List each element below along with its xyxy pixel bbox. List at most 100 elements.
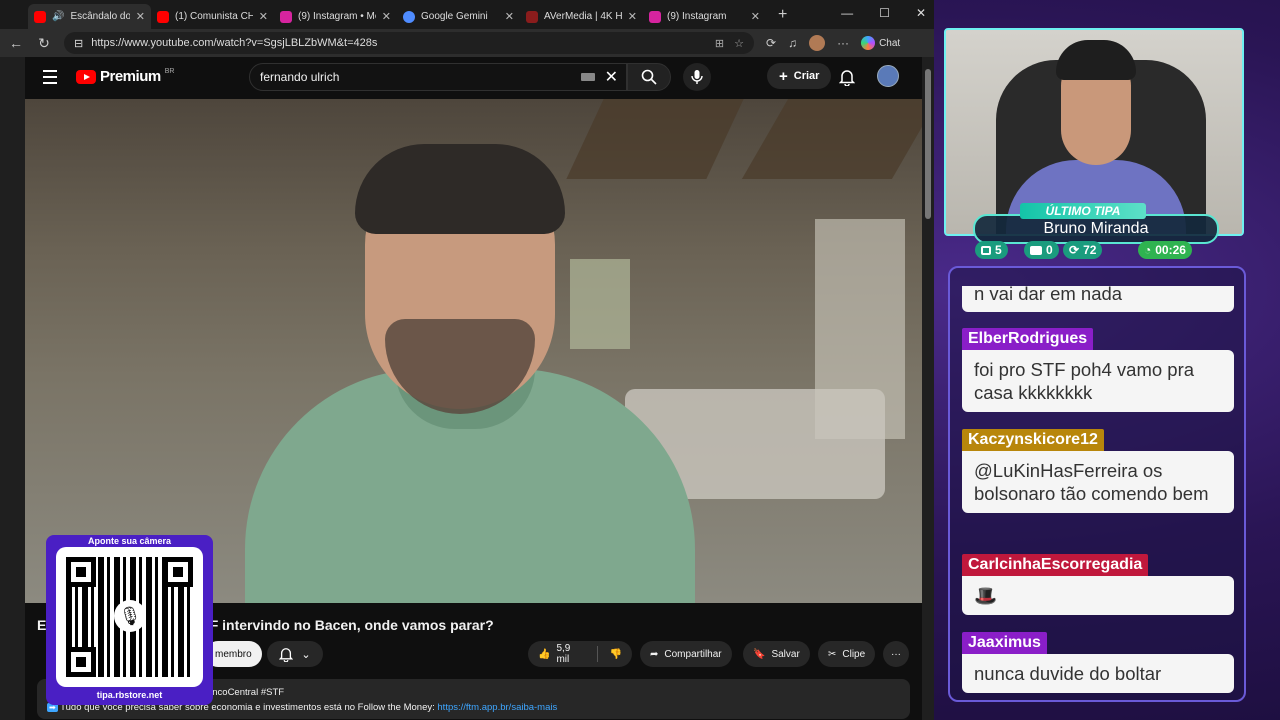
chat-message-text: nunca duvide do boltar [962, 654, 1234, 693]
page-scrollbar[interactable] [922, 57, 934, 720]
qr-code: 🎙 [56, 547, 203, 687]
copilot-chat-button[interactable]: Chat [861, 36, 900, 50]
bookmark-icon: 🔖 [753, 648, 766, 660]
stat-youtube-value: 0 [1046, 243, 1053, 257]
minimize-icon[interactable]: — [841, 6, 853, 20]
url-field[interactable]: ⊟ https://www.youtube.com/watch?v=SgsjLB… [64, 32, 754, 54]
voice-search-button[interactable] [683, 63, 711, 91]
like-count: 5,9 mil [556, 643, 571, 665]
create-label: Criar [793, 70, 820, 82]
close-tab-icon[interactable]: ✕ [382, 10, 391, 23]
chat-username: CarlcinhaEscorregadia [962, 554, 1149, 576]
share-button[interactable]: ➦ Compartilhar [640, 641, 732, 667]
whatsapp-icon: ◔ [1144, 243, 1152, 257]
scrollbar-thumb[interactable] [925, 69, 931, 219]
member-button[interactable]: membro [205, 641, 262, 667]
close-tab-icon[interactable]: ✕ [505, 10, 514, 23]
youtube-play-icon [76, 69, 96, 84]
create-button[interactable]: + Criar [767, 63, 832, 89]
account-avatar[interactable] [877, 65, 899, 87]
search-button[interactable] [627, 63, 671, 91]
video-player[interactable] [25, 99, 922, 603]
copilot-icon [861, 36, 876, 50]
chat-message: ElberRodrigues foi pro STF poh4 vamo pra… [962, 328, 1234, 412]
youtube-favicon-icon [34, 10, 46, 23]
browser-tools: ⟳ ♫ ··· Chat [766, 35, 900, 51]
chat-message: CarlcinhaEscorregadia 🎩 [962, 554, 1234, 615]
more-actions-button[interactable]: ··· [883, 641, 909, 667]
back-icon[interactable]: ← [8, 35, 24, 51]
tab-title: (9) Instagram [667, 11, 727, 22]
qr-bottom-text: tipa.rbstore.net [96, 690, 163, 700]
chat-message: Kaczynskicore12 @LuKinHasFerreira os bol… [962, 429, 1234, 513]
tab-title: (1) Comunista CHORA [175, 11, 253, 22]
search-input[interactable]: fernando ulrich ✕ [249, 63, 627, 91]
new-tab-button[interactable]: + [778, 6, 787, 24]
chat-label: Chat [879, 37, 901, 49]
keyboard-icon[interactable] [580, 73, 595, 81]
chat-message-text: @LuKinHasFerreira os bolsonaro tão comen… [962, 451, 1234, 513]
address-bar: ← ↻ ⊟ https://www.youtube.com/watch?v=Sg… [0, 29, 934, 57]
close-tab-icon[interactable]: ✕ [136, 10, 145, 23]
chat-username: ElberRodrigues [962, 328, 1094, 350]
tab-youtube-active[interactable]: 🔊 Escândalo do Ma ✕ [28, 4, 151, 29]
qr-code-card: Aponte sua câmera 🎙 tipa.rbstore.net [46, 535, 213, 705]
subscription-bell-button[interactable]: ⌄ [267, 641, 323, 667]
site-info-icon[interactable]: ⊟ [74, 37, 83, 50]
chat-message-text: foi pro STF poh4 vamo pra casa kkkkkkkk [962, 350, 1234, 412]
refresh-icon[interactable]: ↻ [36, 35, 52, 52]
chat-message-text: 🎩 [962, 576, 1234, 615]
bell-icon [838, 70, 856, 87]
app-install-icon[interactable]: ⊞ [715, 37, 724, 50]
stat-chat: 5 [975, 241, 1008, 259]
chat-username: Jaaximus [962, 632, 1047, 654]
tab-title: (9) Instagram • Mensa [298, 11, 376, 22]
search-icon [641, 69, 657, 85]
clear-search-icon[interactable]: ✕ [605, 67, 618, 87]
extensions-icon[interactable]: ⟳ [766, 36, 776, 50]
close-window-icon[interactable]: ✕ [916, 6, 926, 20]
gemini-favicon-icon [403, 10, 415, 23]
stat-youtube: 0 [1024, 241, 1059, 259]
member-label: membro [215, 648, 252, 660]
tab-youtube-2[interactable]: (1) Comunista CHORA ✕ [151, 4, 274, 29]
more-icon: ··· [891, 648, 901, 660]
thumbs-down-icon[interactable]: 👎 [610, 649, 622, 660]
maximize-icon[interactable]: ☐ [879, 6, 890, 20]
tab-gemini[interactable]: Google Gemini ✕ [397, 4, 520, 29]
instagram-favicon-icon [649, 10, 661, 23]
tab-bar: 🔊 Escândalo do Ma ✕ (1) Comunista CHORA … [0, 0, 934, 29]
save-label: Salvar [771, 648, 800, 660]
hamburger-menu-icon[interactable] [43, 70, 57, 88]
microphone-icon: 🎙 [114, 600, 146, 632]
youtube-icon [1030, 245, 1042, 255]
clip-button[interactable]: ✂ Clipe [818, 641, 876, 667]
save-button[interactable]: 🔖 Salvar [743, 641, 810, 667]
tab-instagram[interactable]: (9) Instagram ✕ [643, 4, 766, 29]
media-icon[interactable]: ♫ [788, 36, 797, 50]
tab-avermedia[interactable]: AVerMedia | 4K HDMI ✕ [520, 4, 643, 29]
close-tab-icon[interactable]: ✕ [628, 10, 637, 23]
speaker-icon[interactable]: 🔊 [52, 11, 64, 22]
favorite-star-icon[interactable]: ☆ [734, 37, 744, 50]
notifications-button[interactable] [838, 68, 856, 91]
tab-title: Google Gemini [421, 11, 488, 22]
logo-region: BR [164, 68, 175, 75]
close-tab-icon[interactable]: ✕ [259, 10, 268, 23]
share-icon: ➦ [650, 648, 659, 660]
close-tab-icon[interactable]: ✕ [751, 10, 760, 23]
chat-bubble-icon [981, 245, 991, 255]
like-dislike-group: 👍 5,9 mil 👎 [528, 641, 632, 667]
profile-avatar[interactable] [809, 35, 826, 51]
youtube-logo[interactable]: Premium BR [76, 68, 174, 85]
description-link[interactable]: https://ftm.app.br/saiba-mais [437, 702, 557, 713]
more-menu-icon[interactable]: ··· [837, 36, 849, 50]
tab-title: AVerMedia | 4K HDMI [544, 11, 622, 22]
like-button[interactable]: 👍 5,9 mil [538, 643, 585, 665]
microphone-icon [691, 70, 703, 84]
instagram-favicon-icon [280, 10, 292, 23]
chat-message-text: n vai dar em nada [962, 286, 1234, 312]
avermedia-favicon-icon [526, 10, 538, 23]
share-label: Compartilhar [664, 648, 722, 660]
tab-instagram-messages[interactable]: (9) Instagram • Mensa ✕ [274, 4, 397, 29]
